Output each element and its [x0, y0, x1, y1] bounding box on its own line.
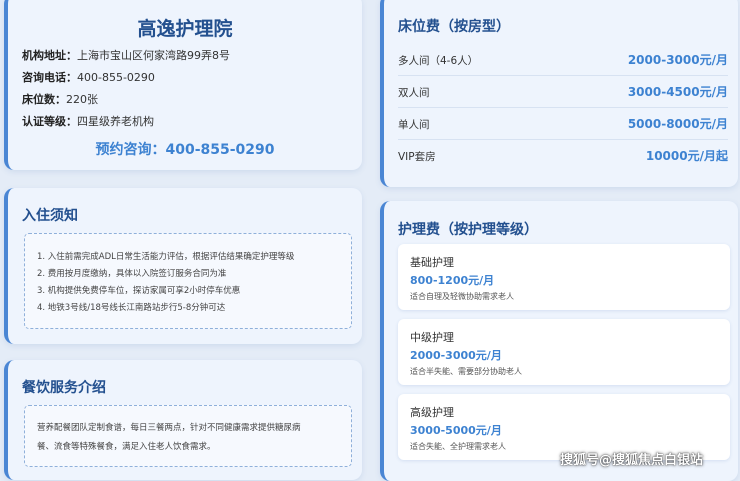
food-text-line: 营养配餐团队定制食谱，每日三餐两点，针对不同健康需求提供糖尿病	[37, 423, 301, 433]
notice-box: 1. 入住前需完成ADL日常生活能力评估，根据评估结果确定护理等级 2. 费用按…	[24, 233, 352, 329]
care-level-desc: 适合半失能、需要部分协助老人	[410, 367, 522, 376]
bed-fee-row: 多人间（4-6人） 2000-3000元/月	[398, 45, 728, 76]
level-value: 四星级养老机构	[77, 115, 154, 128]
bed-fee-row: VIP套房 10000元/月起	[398, 141, 728, 171]
food-title: 餐饮服务介绍	[22, 380, 106, 396]
consult-hotline-link[interactable]: 预约咨询：400-855-0290	[8, 139, 362, 159]
level-row: 认证等级：四星级养老机构	[22, 113, 154, 129]
bed-fees-card: 床位费（按房型） 多人间（4-6人） 2000-3000元/月 双人间 3000…	[380, 0, 738, 187]
room-price: 2000-3000元/月	[627, 53, 728, 67]
care-level-item: 基础护理 800-1200元/月 适合自理及轻微协助需求老人	[398, 244, 730, 310]
institution-info-card: 高逸护理院 机构地址：上海市宝山区何家湾路99弄8号 咨询电话：400-855-…	[4, 0, 362, 170]
address-row: 机构地址：上海市宝山区何家湾路99弄8号	[22, 47, 230, 63]
notice-item: 2. 费用按月度缴纳，具体以入院签订服务合同为准	[37, 269, 227, 279]
phone-row: 咨询电话：400-855-0290	[22, 69, 155, 85]
care-level-desc: 适合自理及轻微协助需求老人	[410, 292, 514, 301]
food-box: 营养配餐团队定制食谱，每日三餐两点，针对不同健康需求提供糖尿病 餐、流食等特殊餐…	[24, 405, 352, 467]
phone-label: 咨询电话：	[22, 71, 77, 84]
notice-item: 3. 机构提供免费停车位，探访家属可享2小时停车优惠	[37, 286, 241, 296]
watermark-text: 搜狐号@搜狐焦点白银站	[560, 453, 704, 468]
room-type: VIP套房	[398, 151, 436, 163]
care-level-price: 800-1200元/月	[410, 274, 495, 287]
care-level-price: 2000-3000元/月	[410, 349, 502, 362]
room-type: 单人间	[398, 119, 430, 131]
bed-fees-title: 床位费（按房型）	[398, 19, 510, 35]
care-fees-card: 护理费（按护理等级） 基础护理 800-1200元/月 适合自理及轻微协助需求老…	[380, 201, 738, 481]
room-price: 3000-4500元/月	[627, 85, 728, 99]
room-type: 双人间	[398, 87, 430, 99]
institution-name: 高逸护理院	[137, 18, 233, 40]
room-price: 10000元/月起	[645, 149, 728, 163]
beds-row: 床位数：220张	[22, 91, 98, 107]
care-level-name: 基础护理	[410, 256, 454, 269]
notice-item: 1. 入住前需完成ADL日常生活能力评估，根据评估结果确定护理等级	[37, 252, 295, 262]
care-level-item: 中级护理 2000-3000元/月 适合半失能、需要部分协助老人	[398, 319, 730, 385]
care-fees-title: 护理费（按护理等级）	[398, 222, 538, 238]
admission-notice-card: 入住须知 1. 入住前需完成ADL日常生活能力评估，根据评估结果确定护理等级 2…	[4, 188, 362, 344]
care-level-price: 3000-5000元/月	[410, 424, 502, 437]
food-service-card: 餐饮服务介绍 营养配餐团队定制食谱，每日三餐两点，针对不同健康需求提供糖尿病 餐…	[4, 360, 362, 480]
address-value: 上海市宝山区何家湾路99弄8号	[77, 49, 230, 62]
level-label: 认证等级：	[22, 115, 77, 128]
notice-item: 4. 地铁3号线/18号线长江南路站步行5-8分钟可达	[37, 303, 226, 313]
beds-label: 床位数：	[22, 93, 66, 106]
food-text-line: 餐、流食等特殊餐食，满足入住老人饮食需求。	[37, 442, 216, 452]
beds-value: 220张	[66, 93, 98, 106]
bed-fee-row: 双人间 3000-4500元/月	[398, 77, 728, 108]
address-label: 机构地址：	[22, 49, 77, 62]
bed-fee-row: 单人间 5000-8000元/月	[398, 109, 728, 140]
room-price: 5000-8000元/月	[627, 117, 728, 131]
care-level-name: 中级护理	[410, 331, 454, 344]
notice-title: 入住须知	[22, 208, 78, 224]
care-level-name: 高级护理	[410, 406, 454, 419]
phone-value[interactable]: 400-855-0290	[77, 71, 155, 84]
care-level-desc: 适合失能、全护理需求老人	[410, 442, 506, 451]
room-type: 多人间（4-6人）	[398, 55, 479, 67]
